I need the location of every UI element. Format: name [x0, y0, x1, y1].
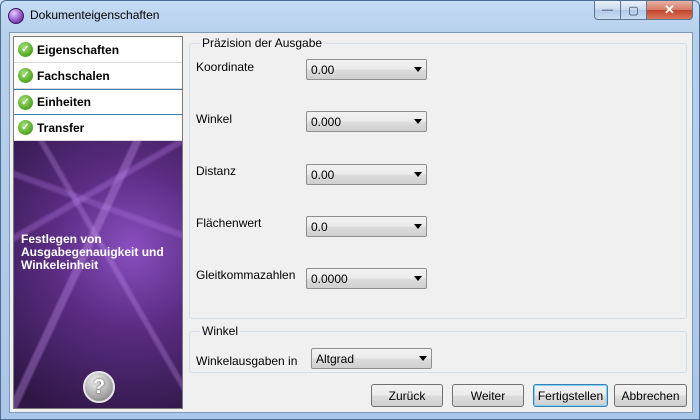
flaechenwert-label: Flächenwert [196, 216, 262, 230]
chevron-down-icon [414, 67, 422, 72]
chevron-down-icon [414, 119, 422, 124]
step-label: Fachschalen [37, 68, 110, 83]
winkel-select[interactable]: 0.000 [306, 111, 427, 132]
finish-button[interactable]: Fertigstellen [533, 384, 608, 407]
distanz-label: Distanz [196, 164, 237, 178]
minimize-button[interactable]: — [594, 1, 621, 20]
close-button[interactable]: ✕ [647, 1, 693, 20]
chevron-down-icon [414, 172, 422, 177]
check-icon: ✓ [18, 42, 33, 57]
flaechenwert-value: 0.0 [311, 219, 328, 234]
step-label: Eigenschaften [37, 42, 120, 57]
help-icon[interactable]: ? [83, 371, 115, 403]
step-label: Transfer [37, 120, 85, 135]
winkel-label: Winkel [196, 112, 233, 126]
title-bar[interactable]: Dokumenteigenschaften — ▢ ✕ [1, 1, 699, 29]
winkelausgaben-value: Altgrad [316, 351, 355, 366]
dialog-body: ✓ Eigenschaften ✓ Fachschalen ✓ Einheite… [9, 32, 693, 413]
distanz-value: 0.00 [311, 167, 335, 182]
wizard-steps: ✓ Eigenschaften ✓ Fachschalen ✓ Einheite… [14, 37, 182, 141]
chevron-down-icon [419, 356, 427, 361]
step-transfer[interactable]: ✓ Transfer [14, 115, 182, 141]
dialog-window: Dokumenteigenschaften — ▢ ✕ ✓ Eigenschaf… [0, 0, 700, 420]
distanz-select[interactable]: 0.00 [306, 164, 427, 185]
maximize-button[interactable]: ▢ [621, 1, 647, 20]
step-einheiten[interactable]: ✓ Einheiten [14, 89, 182, 115]
chevron-down-icon [414, 276, 422, 281]
wizard-sidebar: ✓ Eigenschaften ✓ Fachschalen ✓ Einheite… [13, 36, 183, 409]
precision-group-title: Präzision der Ausgabe [200, 36, 325, 50]
koordinate-select[interactable]: 0.00 [306, 59, 427, 80]
flaechenwert-select[interactable]: 0.0 [306, 216, 427, 237]
caption-buttons: — ▢ ✕ [594, 1, 693, 21]
gleitkommazahlen-select[interactable]: 0.0000 [306, 268, 427, 289]
angle-group: Winkel Winkelausgaben in Altgrad [189, 324, 687, 373]
step-fachschalen[interactable]: ✓ Fachschalen [14, 63, 182, 89]
cancel-button[interactable]: Abbrechen [614, 384, 687, 407]
step-eigenschaften[interactable]: ✓ Eigenschaften [14, 37, 182, 63]
koordinate-value: 0.00 [311, 62, 335, 77]
winkelausgaben-select[interactable]: Altgrad [311, 348, 432, 369]
check-icon: ✓ [18, 94, 33, 110]
back-button[interactable]: Zurück [371, 384, 443, 407]
winkelausgaben-label: Winkelausgaben in [196, 354, 298, 368]
next-button[interactable]: Weiter [452, 384, 524, 407]
gleitkommazahlen-label: Gleitkommazahlen [196, 268, 296, 282]
step-description: Festlegen von Ausgabegenauigkeit und Win… [21, 232, 164, 272]
koordinate-label: Koordinate [196, 60, 255, 74]
window-title: Dokumenteigenschaften [30, 8, 160, 22]
app-icon [8, 8, 24, 24]
precision-group: Präzision der Ausgabe Koordinate 0.00 Wi… [189, 36, 687, 319]
step-label: Einheiten [37, 95, 92, 109]
angle-group-title: Winkel [200, 324, 241, 338]
gleitkommazahlen-value: 0.0000 [311, 271, 348, 286]
check-icon: ✓ [18, 120, 33, 135]
chevron-down-icon [414, 224, 422, 229]
sidebar-map-artwork: Festlegen von Ausgabegenauigkeit und Win… [14, 141, 182, 408]
check-icon: ✓ [18, 68, 33, 83]
winkel-value: 0.000 [311, 114, 342, 129]
